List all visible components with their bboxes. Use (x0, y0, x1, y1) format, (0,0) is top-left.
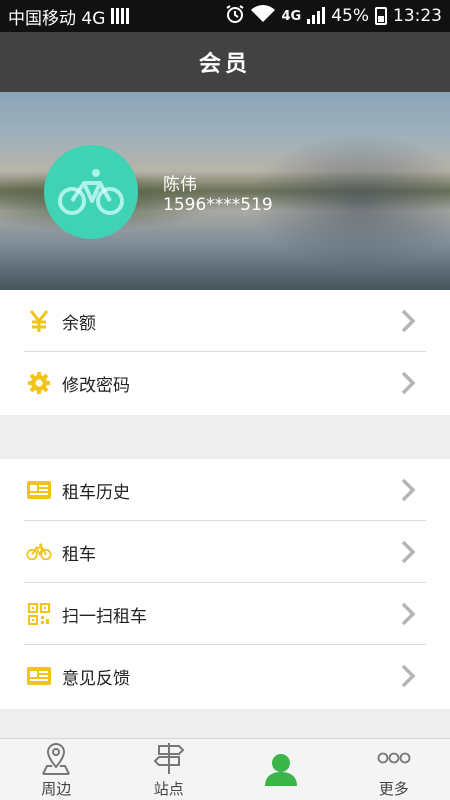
chevron-right-icon (401, 478, 416, 502)
nav-tab-member[interactable] (225, 739, 337, 800)
page-title: 会员 (198, 52, 251, 77)
battery-percent: 45% (331, 6, 369, 26)
nav-label: 更多 (378, 779, 409, 798)
menu-item-label: 修改密码 (62, 375, 130, 396)
bicycle-icon (58, 169, 124, 215)
nav-tab-more[interactable]: 更多 (338, 739, 450, 800)
menu-group-account: 余额 修改密码 (0, 290, 450, 415)
clock-time: 13:23 (393, 6, 442, 26)
location-pin-icon (38, 740, 74, 776)
menu-item-balance[interactable]: 余额 (0, 290, 450, 352)
carrier-text: 中国移动 4G (8, 8, 106, 29)
menu-item-label: 扫一扫租车 (62, 606, 147, 627)
qr-code-icon (26, 601, 52, 627)
chevron-right-icon (401, 664, 416, 688)
status-bar: 中国移动 4G 4G 45% 13:23 (0, 0, 450, 32)
menu-item-rent-bike[interactable]: 租车 (0, 521, 450, 583)
menu-item-label: 意见反馈 (62, 668, 130, 689)
avatar[interactable] (44, 145, 138, 239)
alarm-icon (225, 4, 245, 29)
menu-group-rental: 租车历史 租车 扫一扫租车 意见反馈 (0, 459, 450, 709)
nav-tab-stations[interactable]: 站点 (113, 739, 225, 800)
signpost-icon (151, 740, 187, 776)
menu-item-label: 租车 (62, 544, 96, 565)
nav-label: 周边 (41, 779, 72, 798)
data-activity-icon (111, 8, 130, 24)
profile-header: 陈伟 1596****519 (0, 92, 450, 290)
chevron-right-icon (401, 309, 416, 333)
menu-item-rental-history[interactable]: 租车历史 (0, 459, 450, 521)
user-name: 陈伟 (163, 175, 197, 195)
card-icon (26, 663, 52, 689)
chevron-right-icon (401, 602, 416, 626)
menu-item-label: 余额 (62, 313, 96, 334)
menu-item-label: 租车历史 (62, 482, 130, 503)
gear-icon (26, 370, 52, 396)
battery-icon (375, 7, 387, 25)
title-bar: 会员 (0, 32, 450, 92)
menu-item-feedback[interactable]: 意见反馈 (0, 645, 450, 707)
wifi-icon (251, 4, 276, 28)
nav-label: 站点 (153, 779, 184, 798)
signal-icon (307, 7, 326, 24)
card-icon (26, 477, 52, 503)
menu-item-change-password[interactable]: 修改密码 (0, 352, 450, 414)
yen-icon (26, 308, 52, 334)
menu-item-scan-rent[interactable]: 扫一扫租车 (0, 583, 450, 645)
bicycle-icon (26, 539, 52, 565)
chevron-right-icon (401, 371, 416, 395)
chevron-right-icon (401, 540, 416, 564)
network-type-text: 4G (281, 8, 302, 24)
user-phone: 1596****519 (163, 195, 273, 215)
bottom-nav: 周边 站点 更多 (0, 738, 450, 800)
person-icon (261, 749, 301, 789)
more-dots-icon (376, 740, 412, 776)
nav-tab-nearby[interactable]: 周边 (0, 739, 112, 800)
